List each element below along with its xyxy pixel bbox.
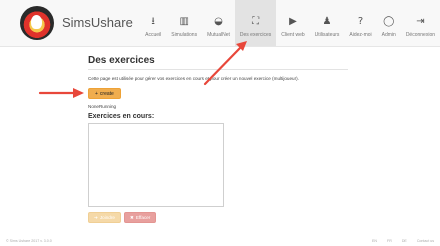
join-button[interactable]: ➔ Joindre (88, 212, 121, 223)
sign-in-icon: ➔ (94, 214, 98, 220)
nav-item-client-web[interactable]: ▶ Client web (276, 0, 309, 46)
page-title: Des exercices (88, 55, 155, 66)
nav-label: MutualNet (207, 32, 230, 38)
nav-item-simulations[interactable]: ▥ Simulations (166, 0, 202, 46)
nav-label: Des exercices (239, 32, 272, 38)
nav-item-des-exercices[interactable]: ⛶ Des exercices (234, 0, 277, 46)
helmet-icon: ◒ (214, 16, 223, 27)
running-exercises-list[interactable] (88, 123, 224, 207)
nav-item-mutualnet[interactable]: ◒ MutualNet (202, 0, 235, 46)
footer-copyright: © Sims Ushare 2017 v. 3.0.0 (6, 239, 52, 243)
join-label: Joindre (99, 215, 115, 220)
download-icon: ⭳ (151, 16, 155, 27)
nav-label: Aidez-moi (349, 32, 372, 38)
map-icon: ▥ (179, 16, 189, 27)
plus-icon: + (95, 90, 98, 97)
nav-label: Accueil (145, 32, 162, 38)
contact-link[interactable]: Contact us (417, 239, 434, 243)
nav-label: Client web (281, 32, 305, 38)
nav-item-admin[interactable]: ◯ Admin (377, 0, 401, 46)
nav-label: Déconnexion (405, 32, 435, 38)
page-footer: © Sims Ushare 2017 v. 3.0.0 EN FR DE Con… (0, 237, 440, 246)
create-label: create (99, 90, 114, 97)
create-exercise-button[interactable]: + create (88, 88, 121, 99)
nav-item-aidez-moi[interactable]: ? Aidez-moi (344, 0, 376, 46)
lang-link-fr[interactable]: FR (387, 239, 392, 243)
nav-item-deconnexion[interactable]: ⇥ Déconnexion (401, 0, 440, 46)
top-navbar: SimsUshare ⭳ Accueil ▥ Simulations ◒ Mut… (0, 0, 440, 47)
play-icon: ▶ (289, 16, 297, 27)
user-icon: ◯ (383, 16, 395, 27)
page-description: Cette page est utilisée pour gérer vos e… (88, 76, 299, 81)
nav-label: Admin (381, 32, 396, 38)
nav-label: Utilisateurs (314, 32, 340, 38)
title-divider (88, 69, 348, 70)
delete-button[interactable]: ✖ Effacer (124, 212, 157, 223)
footer-links: EN FR DE Contact us (372, 239, 434, 243)
app-logo[interactable] (20, 6, 54, 40)
sitemap-icon: ⛶ (252, 16, 260, 27)
nav-item-utilisateurs[interactable]: ♟ Utilisateurs (310, 0, 345, 46)
delete-label: Effacer (135, 215, 151, 220)
nav-item-accueil[interactable]: ⭳ Accueil (140, 0, 166, 46)
users-icon: ♟ (322, 16, 332, 27)
lang-link-de[interactable]: DE (402, 239, 407, 243)
question-icon: ? (357, 16, 364, 27)
section-title: Exercices en cours: (88, 113, 155, 120)
arrow-to-create-icon (38, 88, 84, 98)
lang-link-en[interactable]: EN (372, 239, 377, 243)
running-status: NoneRunning (88, 104, 117, 109)
brand-name[interactable]: SimsUshare (62, 15, 133, 30)
nav-label: Simulations (171, 32, 198, 38)
main-nav: ⭳ Accueil ▥ Simulations ◒ MutualNet ⛶ De… (140, 0, 440, 46)
times-icon: ✖ (130, 214, 134, 220)
logout-icon: ⇥ (416, 16, 425, 27)
